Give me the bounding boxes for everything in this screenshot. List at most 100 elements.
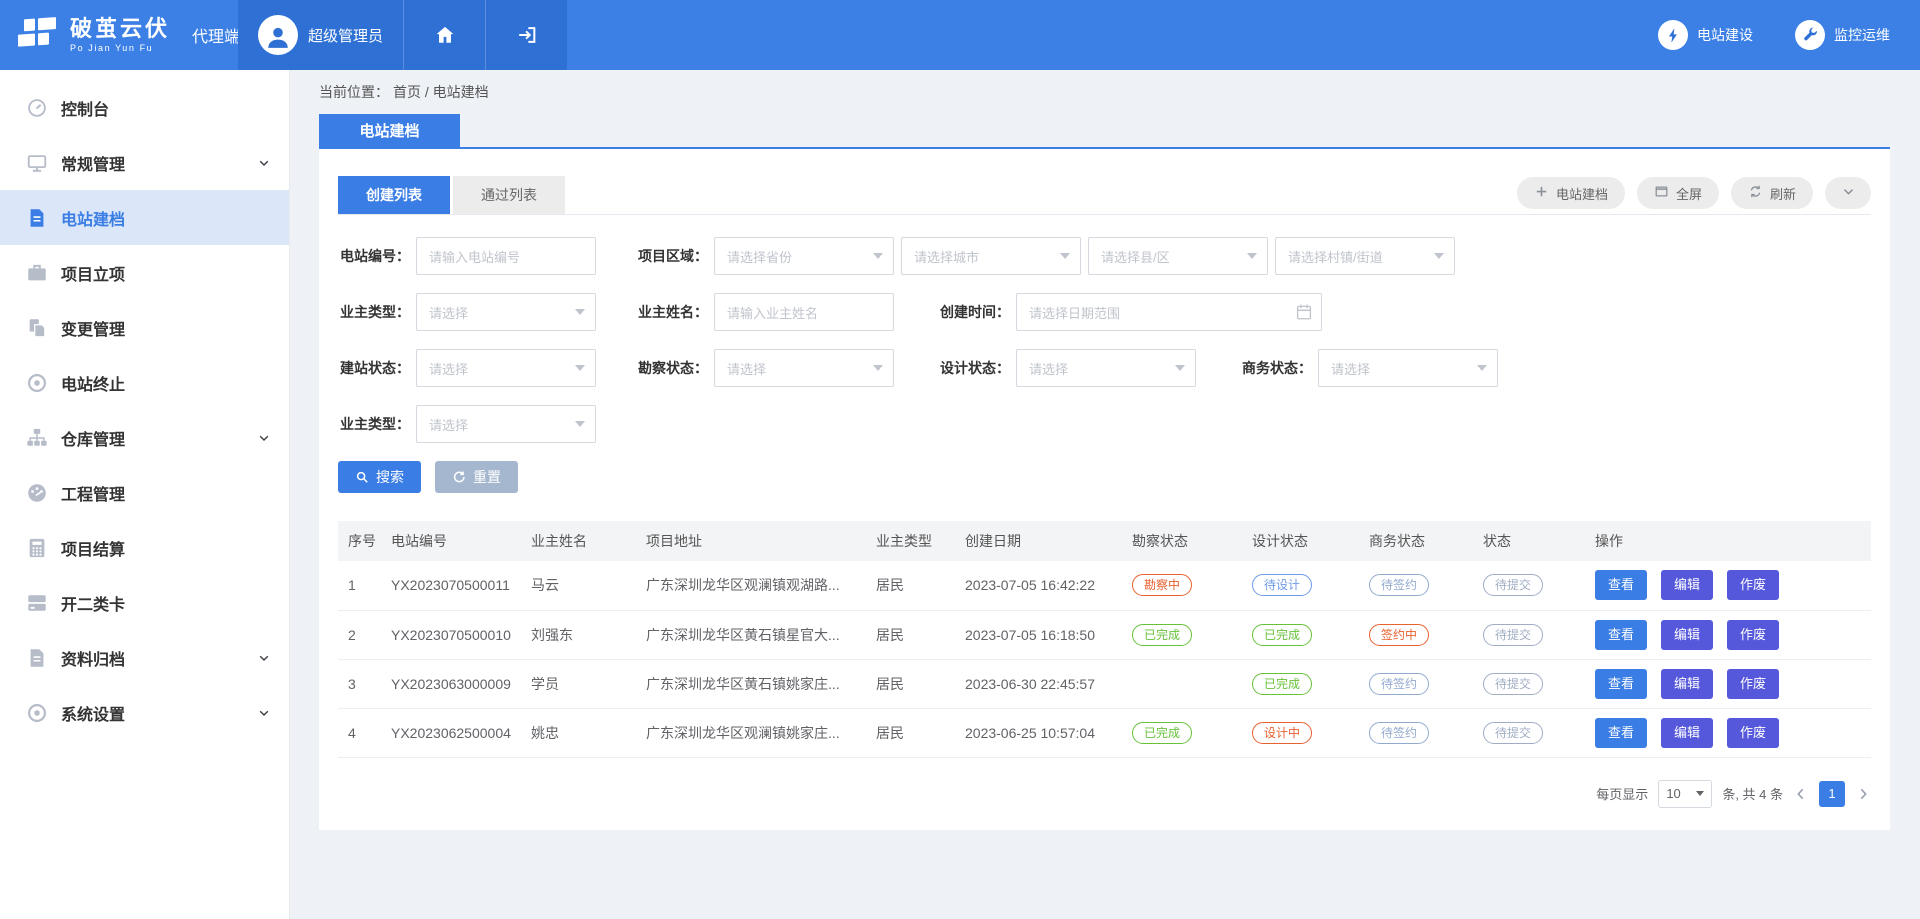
sitemap-icon xyxy=(26,427,48,449)
sidebar-item-label: 控制台 xyxy=(61,96,109,120)
filter-row-1: 电站编号：请输入电站编号项目区域：请选择省份请选择城市请选择县/区请选择村镇/街… xyxy=(338,237,1871,275)
caret-down-icon xyxy=(1060,253,1070,259)
project-region-select-3[interactable]: 请选择县/区 xyxy=(1088,237,1268,275)
search-button[interactable]: 搜索 xyxy=(338,461,421,493)
station-code-cell: YX2023070500010 xyxy=(381,610,521,659)
brand-text: 破茧云伏 Po Jian Yun Fu xyxy=(70,17,170,53)
toolbar-fullscreen-button[interactable]: 全屏 xyxy=(1637,177,1719,209)
sidebar-item-card[interactable]: 开二类卡 xyxy=(0,575,289,630)
created-date-cell: 2023-06-30 22:45:57 xyxy=(955,659,1122,708)
sidebar-item-gauge[interactable]: 控制台 xyxy=(0,80,289,135)
design-status-select[interactable]: 请选择 xyxy=(1016,349,1196,387)
status-badge: 待提交 xyxy=(1483,722,1543,744)
sidebar-item-target[interactable]: 电站终止 xyxy=(0,355,289,410)
view-button[interactable]: 查看 xyxy=(1595,620,1647,650)
placeholder-text: 请选择 xyxy=(429,415,468,434)
data-table: 序号电站编号业主姓名项目地址业主类型创建日期勘察状态设计状态商务状态状态操作 1… xyxy=(338,521,1871,758)
edit-button[interactable]: 编辑 xyxy=(1661,669,1713,699)
sidebar-item-briefcase[interactable]: 项目立项 xyxy=(0,245,289,300)
survey-status-cell: 已完成 xyxy=(1122,610,1242,659)
status-badge: 待签约 xyxy=(1369,722,1429,744)
edit-button[interactable]: 编辑 xyxy=(1661,718,1713,748)
view-button[interactable]: 查看 xyxy=(1595,570,1647,600)
business-status-select[interactable]: 请选择 xyxy=(1318,349,1498,387)
breadcrumb-path: 首页 / 电站建档 xyxy=(393,82,489,102)
chevron-down-icon xyxy=(1696,791,1704,796)
void-button[interactable]: 作废 xyxy=(1727,570,1779,600)
edit-button[interactable]: 编辑 xyxy=(1661,570,1713,600)
owner-type-select[interactable]: 请选择 xyxy=(416,293,596,331)
toolbar-button-label: 全屏 xyxy=(1676,184,1702,203)
void-button[interactable]: 作废 xyxy=(1727,620,1779,650)
page-tab-station-archive[interactable]: 电站建档 xyxy=(319,114,460,147)
toolbar-button-label: 电站建档 xyxy=(1556,184,1608,203)
portal-label: 代理端 xyxy=(192,23,240,47)
sidebar-item-archive[interactable]: 资料归档 xyxy=(0,630,289,685)
placeholder-text: 请选择 xyxy=(429,303,468,322)
placeholder-text: 请输入业主姓名 xyxy=(727,303,818,322)
owner-type-cell: 居民 xyxy=(866,610,955,659)
topbar-nav-wrench[interactable]: 监控运维 xyxy=(1795,20,1890,50)
edit-button[interactable]: 编辑 xyxy=(1661,620,1713,650)
create-time-date-input[interactable]: 请选择日期范围 xyxy=(1016,293,1322,331)
build-status-select[interactable]: 请选择 xyxy=(416,349,596,387)
reset-button[interactable]: 重置 xyxy=(435,461,518,493)
project-region-select-4[interactable]: 请选择村镇/街道 xyxy=(1275,237,1455,275)
breadcrumb: 当前位置： 首页 / 电站建档 xyxy=(319,70,1890,114)
filter-group-build-status: 建站状态：请选择 xyxy=(338,349,596,387)
sidebar-item-copy[interactable]: 变更管理 xyxy=(0,300,289,355)
dashboard-icon xyxy=(26,482,48,504)
view-button[interactable]: 查看 xyxy=(1595,718,1647,748)
toolbar-chevron-down-button[interactable] xyxy=(1825,177,1871,209)
owner-type-2-select[interactable]: 请选择 xyxy=(416,405,596,443)
view-button[interactable]: 查看 xyxy=(1595,669,1647,699)
actions-cell: 查看编辑作废 xyxy=(1585,659,1871,708)
filter-actions: 搜索 重置 xyxy=(338,461,1871,493)
home-button[interactable] xyxy=(403,0,485,70)
owner-name-cell: 刘强东 xyxy=(521,610,636,659)
sidebar-item-dashboard[interactable]: 工程管理 xyxy=(0,465,289,520)
design-status-cell: 待设计 xyxy=(1242,561,1359,610)
design-status-cell: 设计中 xyxy=(1242,708,1359,757)
tab-create-list[interactable]: 创建列表 xyxy=(338,176,450,214)
void-button[interactable]: 作废 xyxy=(1727,669,1779,699)
row-index: 2 xyxy=(338,610,381,659)
prev-page-button[interactable] xyxy=(1793,786,1809,802)
logout-button[interactable] xyxy=(485,0,567,70)
owner-type-cell: 居民 xyxy=(866,659,955,708)
calendar-icon xyxy=(1295,303,1313,321)
station-code-cell: YX2023062500004 xyxy=(381,708,521,757)
tab-pass-list[interactable]: 通过列表 xyxy=(453,176,565,214)
breadcrumb-label: 当前位置： xyxy=(319,82,389,102)
status-status-cell: 待提交 xyxy=(1473,561,1585,610)
archive-icon xyxy=(26,647,48,669)
next-page-button[interactable] xyxy=(1855,786,1871,802)
status-status-cell: 待提交 xyxy=(1473,659,1585,708)
toolbar-refresh-button[interactable]: 刷新 xyxy=(1731,177,1813,209)
owner-name-cell: 学员 xyxy=(521,659,636,708)
business-status-cell: 待签约 xyxy=(1359,561,1473,610)
placeholder-text: 请选择城市 xyxy=(914,247,979,266)
station-code-input[interactable]: 请输入电站编号 xyxy=(416,237,596,275)
plus-icon xyxy=(1534,184,1549,202)
survey-status-select[interactable]: 请选择 xyxy=(714,349,894,387)
page-button-1[interactable]: 1 xyxy=(1819,781,1845,807)
sidebar-item-sitemap[interactable]: 仓库管理 xyxy=(0,410,289,465)
user-profile[interactable]: 超级管理员 xyxy=(238,0,403,70)
toolbar-plus-button[interactable]: 电站建档 xyxy=(1517,177,1625,209)
row-index: 4 xyxy=(338,708,381,757)
sidebar-item-label: 仓库管理 xyxy=(61,426,125,450)
sidebar-item-calculator[interactable]: 项目结算 xyxy=(0,520,289,575)
void-button[interactable]: 作废 xyxy=(1727,718,1779,748)
bolt-icon xyxy=(1658,20,1688,50)
project-region-select-1[interactable]: 请选择省份 xyxy=(714,237,894,275)
column-header: 创建日期 xyxy=(955,521,1122,561)
topbar-nav-bolt[interactable]: 电站建设 xyxy=(1658,20,1753,50)
project-region-select-2[interactable]: 请选择城市 xyxy=(901,237,1081,275)
owner-name-input[interactable]: 请输入业主姓名 xyxy=(714,293,894,331)
sidebar-item-monitor[interactable]: 常规管理 xyxy=(0,135,289,190)
sidebar-item-settings[interactable]: 系统设置 xyxy=(0,685,289,740)
sidebar-item-document[interactable]: 电站建档 xyxy=(0,190,289,245)
column-header: 项目地址 xyxy=(636,521,866,561)
per-page-select[interactable]: 10 xyxy=(1658,780,1712,808)
